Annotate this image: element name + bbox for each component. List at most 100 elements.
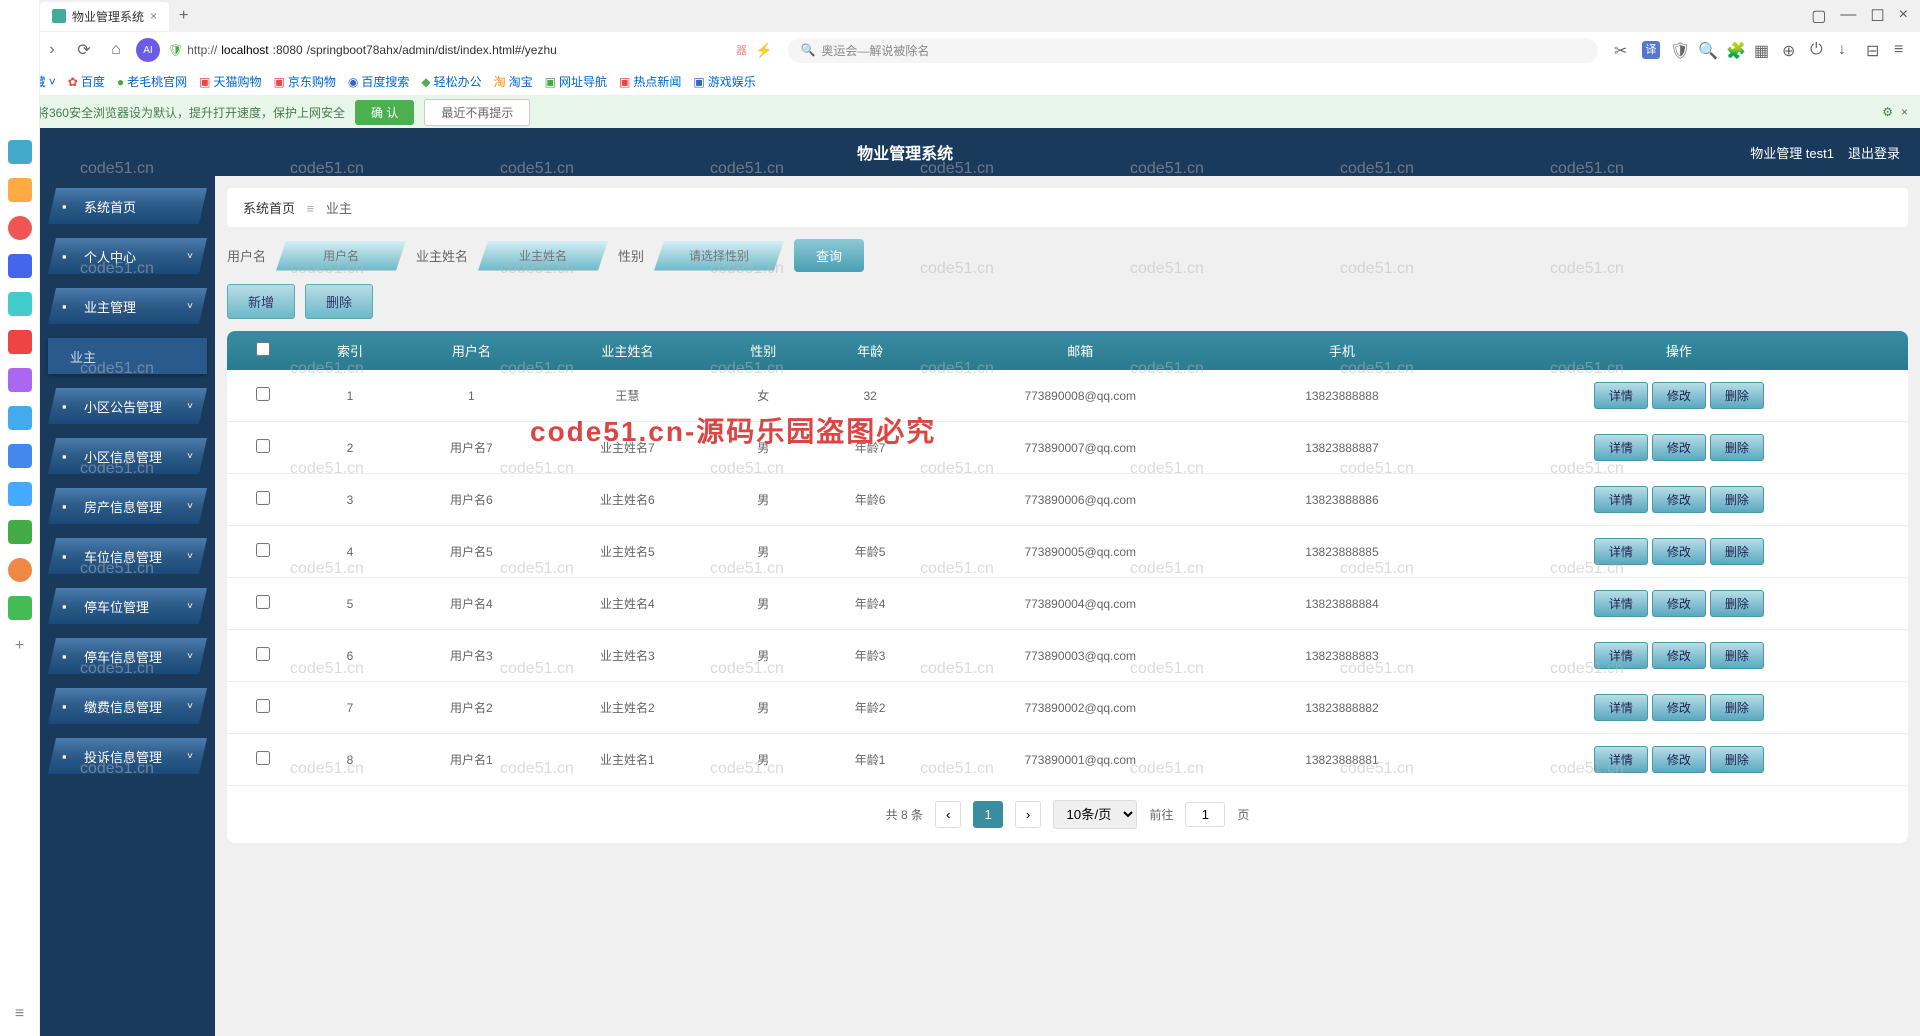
bookmark-item[interactable]: ◆轻松办公 [421,73,481,90]
new-tab-button[interactable]: + [169,7,198,25]
url-box[interactable]: 🛡 http://localhost:8080/springboot78ahx/… [168,43,728,57]
row-delete-button[interactable]: 删除 [1710,538,1764,565]
ext-icon[interactable]: 🧩 [1726,41,1744,59]
power-icon[interactable]: ⏻ [1810,41,1828,59]
browser-search[interactable]: 🔍 奥运会—解说被除名 [788,38,1598,63]
scissors-icon[interactable]: ✂ [1614,41,1632,59]
edit-button[interactable]: 修改 [1652,486,1706,513]
bookmark-item[interactable]: ●老毛桃官网 [117,73,187,90]
row-delete-button[interactable]: 删除 [1710,694,1764,721]
detail-button[interactable]: 详情 [1594,746,1648,773]
forward-button[interactable]: › [40,38,64,62]
row-delete-button[interactable]: 删除 [1710,642,1764,669]
row-checkbox[interactable] [256,699,270,713]
reload-button[interactable]: ⟳ [72,38,96,62]
home-button[interactable]: ⌂ [104,38,128,62]
dock-icon[interactable] [8,520,32,544]
edit-button[interactable]: 修改 [1652,642,1706,669]
detail-button[interactable]: 详情 [1594,382,1648,409]
zoom-icon[interactable]: 🔍 [1698,41,1716,59]
detail-button[interactable]: 详情 [1594,642,1648,669]
pager-next-button[interactable]: › [1015,801,1041,828]
bookmark-item[interactable]: ▣网址导航 [545,73,607,90]
row-checkbox[interactable] [256,751,270,765]
edit-button[interactable]: 修改 [1652,694,1706,721]
row-checkbox[interactable] [256,595,270,609]
row-delete-button[interactable]: 删除 [1710,434,1764,461]
bolt-icon[interactable]: ⚡ [755,42,772,59]
row-delete-button[interactable]: 删除 [1710,486,1764,513]
sidebar-item[interactable]: ▪房产信息管理˅ [48,488,207,524]
tab-close-icon[interactable]: × [150,9,157,23]
query-button[interactable]: 查询 [794,239,864,272]
filter-gender-select[interactable] [654,241,784,271]
sidebar-item[interactable]: ▪停车位管理˅ [48,588,207,624]
download-icon[interactable]: ↓ [1838,41,1856,59]
ai-button[interactable]: AI [136,38,160,62]
history-icon[interactable]: ⊟ [1866,41,1884,59]
sidebar-item[interactable]: ▪个人中心˅ [48,238,207,274]
detail-button[interactable]: 详情 [1594,434,1648,461]
bookmark-item[interactable]: ✿百度 [68,73,105,90]
notice-confirm-button[interactable]: 确 认 [355,100,414,125]
select-all-checkbox[interactable] [256,342,270,356]
win-maximize-icon[interactable]: ☐ [1870,6,1884,26]
detail-button[interactable]: 详情 [1594,694,1648,721]
bookmark-item[interactable]: ▣天猫购物 [199,73,261,90]
pager-prev-button[interactable]: ‹ [935,801,961,828]
dock-add-button[interactable]: + [8,634,32,658]
sidebar-item[interactable]: ▪小区公告管理˅ [48,388,207,424]
delete-button[interactable]: 删除 [305,284,373,319]
dock-icon[interactable] [8,558,32,582]
edit-button[interactable]: 修改 [1652,434,1706,461]
sidebar-item[interactable]: ▪缴费信息管理˅ [48,688,207,724]
dock-menu-button[interactable]: ≡ [8,1002,32,1026]
pager-size-select[interactable]: 10条/页 [1053,800,1137,829]
detail-button[interactable]: 详情 [1594,486,1648,513]
dock-icon[interactable] [8,444,32,468]
settings-icon[interactable]: ⚙ [1882,105,1893,119]
dock-icon[interactable] [8,292,32,316]
row-checkbox[interactable] [256,387,270,401]
dock-icon[interactable] [8,140,32,164]
menu-icon[interactable]: ≡ [1894,41,1912,59]
win-restore-icon[interactable]: ▢ [1811,6,1826,26]
dock-icon[interactable] [8,596,32,620]
edit-button[interactable]: 修改 [1652,538,1706,565]
browser-tab[interactable]: 物业管理系统 × [40,2,169,31]
translate-icon[interactable]: 译 [1642,41,1660,59]
edit-button[interactable]: 修改 [1652,382,1706,409]
bookmark-item[interactable]: ▣热点新闻 [619,73,681,90]
bookmark-item[interactable]: ▣游戏娱乐 [693,73,755,90]
filter-username-input[interactable] [276,241,406,271]
sidebar-item[interactable]: ▪小区信息管理˅ [48,438,207,474]
dock-icon[interactable] [8,368,32,392]
pager-page-button[interactable]: 1 [973,801,1002,828]
breadcrumb-home[interactable]: 系统首页 [243,201,295,216]
detail-button[interactable]: 详情 [1594,538,1648,565]
sidebar-item[interactable]: ▪车位信息管理˅ [48,538,207,574]
edit-button[interactable]: 修改 [1652,746,1706,773]
close-icon[interactable]: × [1901,105,1908,119]
add-button[interactable]: 新增 [227,284,295,319]
bookmark-item[interactable]: 淘淘宝 [494,73,533,90]
row-delete-button[interactable]: 删除 [1710,746,1764,773]
row-delete-button[interactable]: 删除 [1710,382,1764,409]
detail-button[interactable]: 详情 [1594,590,1648,617]
win-close-icon[interactable]: × [1899,6,1908,26]
win-minimize-icon[interactable]: — [1840,6,1856,26]
dock-icon[interactable] [8,406,32,430]
dock-icon[interactable] [8,254,32,278]
row-checkbox[interactable] [256,491,270,505]
sidebar-item[interactable]: ▪业主管理˅ [48,288,207,324]
edit-button[interactable]: 修改 [1652,590,1706,617]
row-checkbox[interactable] [256,647,270,661]
sidebar-subitem[interactable]: 业主 [48,338,207,374]
row-delete-button[interactable]: 删除 [1710,590,1764,617]
sidebar-item[interactable]: ▪投诉信息管理˅ [48,738,207,774]
shield-icon[interactable]: 🛡 [1670,41,1688,59]
dock-icon[interactable] [8,178,32,202]
bookmark-item[interactable]: ◉百度搜索 [348,73,410,90]
logout-button[interactable]: 退出登录 [1848,143,1900,162]
sidebar-item[interactable]: ▪系统首页 [48,188,207,224]
